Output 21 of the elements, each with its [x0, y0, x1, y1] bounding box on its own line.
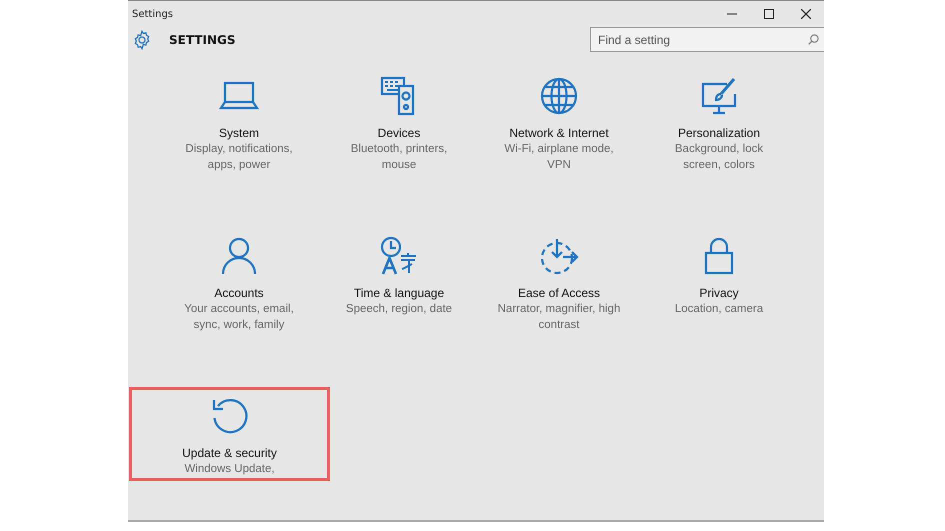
settings-tile[interactable]: Time & language Speech, region, date — [319, 226, 479, 386]
settings-tile[interactable]: System Display, notifications, apps, power — [159, 66, 319, 226]
dashed-circle-arrow-icon — [539, 236, 579, 276]
search-field[interactable]: Find a setting — [590, 27, 824, 52]
settings-tile[interactable]: Personalization Background, lock screen, colors — [639, 66, 799, 226]
clock-letters-icon — [379, 236, 419, 276]
settings-icon — [132, 30, 152, 50]
settings-tile[interactable]: Devices Bluetooth, printers, mouse — [319, 66, 479, 226]
settings-tile[interactable]: Network & Internet Wi-Fi, airplane mode, VPN — [479, 66, 639, 226]
settings-tile[interactable]: Privacy Location, camera — [639, 226, 799, 386]
close-icon — [800, 9, 810, 19]
search-icon — [808, 34, 819, 45]
settings-tile[interactable]: Update & security Windows Update, — [129, 387, 330, 481]
settings-tile[interactable]: Ease of Access Narrator, magnifier, high contrast — [479, 226, 639, 386]
maximize-icon — [764, 9, 774, 19]
person-icon — [219, 236, 259, 276]
settings-tile[interactable]: Accounts Your accounts, email, sync, work, family — [159, 226, 319, 386]
page-title: SETTINGS — [169, 32, 236, 46]
window-title: Settings — [131, 8, 174, 20]
globe-icon — [539, 76, 579, 116]
monitor-brush-icon — [699, 76, 739, 116]
